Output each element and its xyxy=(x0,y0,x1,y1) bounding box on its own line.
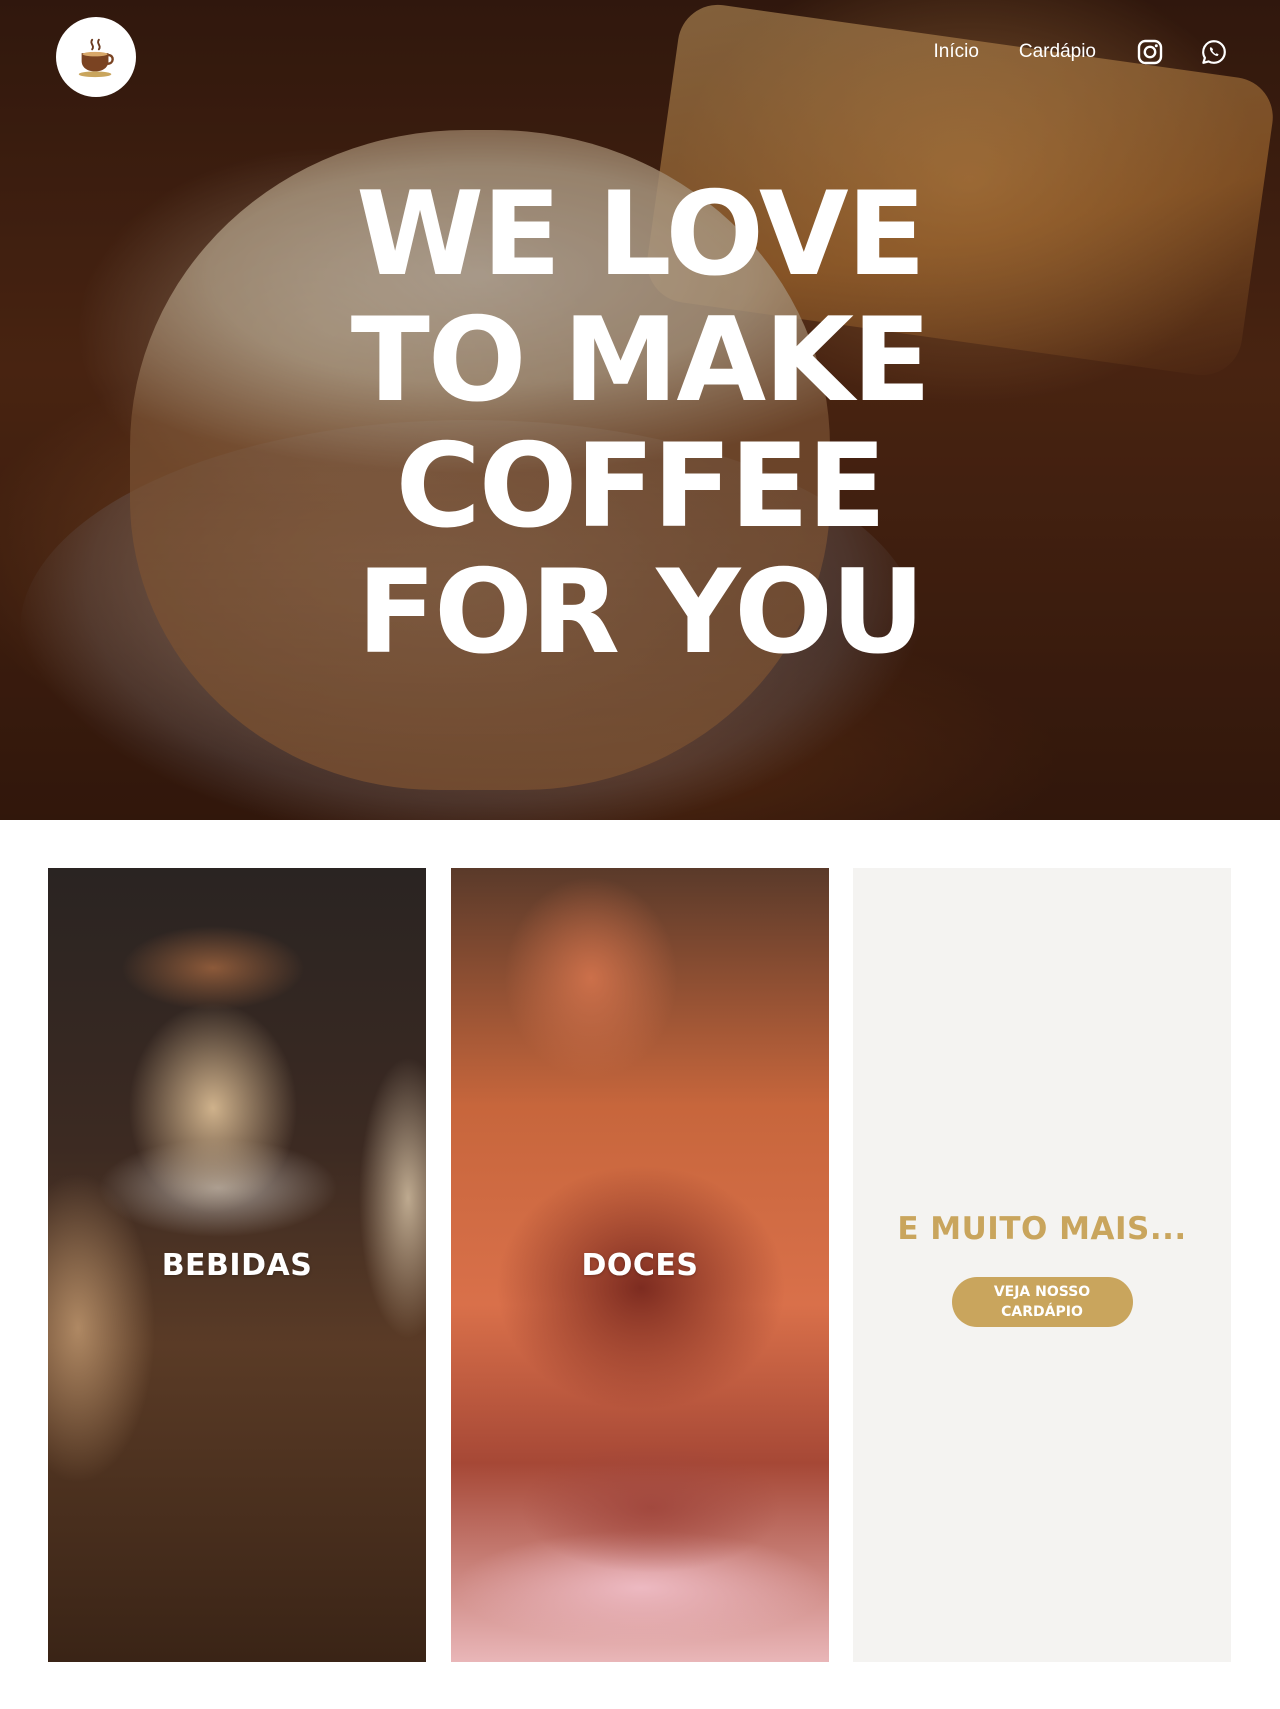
card-more-title: E MUITO MAIS... xyxy=(897,1211,1187,1247)
card-drinks[interactable]: BEBIDAS xyxy=(48,868,426,1662)
card-drinks-label: BEBIDAS xyxy=(161,1247,313,1283)
whatsapp-icon[interactable] xyxy=(1200,38,1228,66)
hero-headline: WE LOVE TO MAKE COFFEE FOR YOU xyxy=(0,172,1280,676)
nav-link-home[interactable]: Início xyxy=(933,41,978,63)
hero-headline-line: COFFEE xyxy=(395,419,887,554)
hero-headline-line: WE LOVE xyxy=(356,167,926,302)
instagram-icon[interactable] xyxy=(1136,38,1164,66)
main-nav: Início Cardápio xyxy=(933,38,1228,66)
card-sweets[interactable]: DOCES xyxy=(451,868,829,1662)
nav-link-menu[interactable]: Cardápio xyxy=(1019,41,1096,63)
view-menu-button-line1: VEJA NOSSO xyxy=(993,1284,1091,1300)
card-sweets-label: DOCES xyxy=(581,1247,699,1283)
hero-section: Início Cardápio WE LOVE TO MAKE COFFEE F… xyxy=(0,0,1280,820)
hero-headline-line: TO MAKE xyxy=(350,293,931,428)
view-menu-button[interactable]: VEJA NOSSO CARDÁPIO xyxy=(951,1277,1133,1327)
card-more: E MUITO MAIS... VEJA NOSSO CARDÁPIO xyxy=(853,868,1231,1662)
hero-headline-line: FOR YOU xyxy=(356,545,925,680)
categories-section: BEBIDAS DOCES E MUITO MAIS... VEJA NOSSO… xyxy=(48,868,1232,1662)
coffee-cup-icon xyxy=(78,38,114,78)
view-menu-button-line2: CARDÁPIO xyxy=(1001,1304,1083,1320)
logo[interactable] xyxy=(56,17,136,97)
